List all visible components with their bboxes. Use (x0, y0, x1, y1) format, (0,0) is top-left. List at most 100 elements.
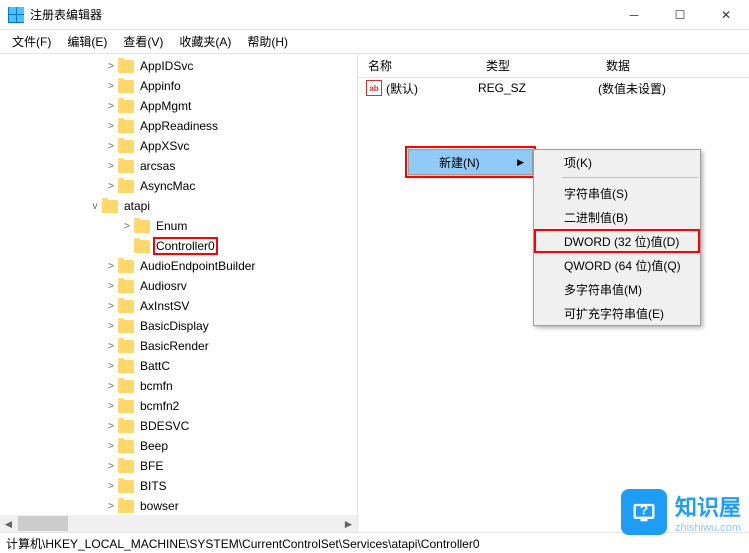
expander-icon[interactable]: > (104, 301, 118, 312)
tree-node[interactable]: >arcsas (4, 156, 357, 176)
tree-label: BDESVC (138, 418, 191, 434)
expander-icon[interactable]: > (104, 141, 118, 152)
status-bar: 计算机\HKEY_LOCAL_MACHINE\SYSTEM\CurrentCon… (0, 532, 749, 553)
expander-icon[interactable]: > (104, 361, 118, 372)
tree-node[interactable]: > BasicRender (4, 336, 357, 356)
expander-icon[interactable]: > (104, 441, 118, 452)
folder-icon (118, 320, 134, 333)
string-value-icon: ab (366, 80, 382, 96)
tree-node[interactable]: > BDESVC (4, 416, 357, 436)
tree-node[interactable]: >Audiosrv (4, 276, 357, 296)
tree-node[interactable]: >AsyncMac (4, 176, 357, 196)
expander-icon[interactable]: > (104, 161, 118, 172)
horizontal-scrollbar[interactable]: ◄ ► (0, 515, 357, 532)
tree-node[interactable]: >AppMgmt (4, 96, 357, 116)
col-type[interactable]: 类型 (476, 53, 596, 78)
expander-icon[interactable]: > (104, 181, 118, 192)
tree-pane: >AppIDSvc>Appinfo>AppMgmt>AppReadiness>A… (0, 54, 358, 532)
tree-node[interactable]: >AppIDSvc (4, 56, 357, 76)
menu-edit[interactable]: 编辑(E) (61, 31, 113, 52)
expander-icon[interactable]: > (104, 501, 118, 512)
menubar: 文件(F) 编辑(E) 查看(V) 收藏夹(A) 帮助(H) (0, 30, 749, 54)
value-row[interactable]: ab (默认) REG_SZ (数值未设置) (358, 78, 749, 98)
expander-icon[interactable]: > (104, 261, 118, 272)
tree-label: Controller0 (154, 238, 217, 254)
tree-label: bcmfn (138, 378, 175, 394)
folder-icon (118, 380, 134, 393)
maximize-button[interactable]: ☐ (657, 0, 703, 30)
expander-icon[interactable]: > (104, 121, 118, 132)
menu-new-label: 新建(N) (439, 154, 480, 171)
svg-text:?: ? (640, 501, 649, 517)
folder-icon (118, 400, 134, 413)
menu-new-expandstring[interactable]: 可扩充字符串值(E) (534, 301, 700, 325)
folder-icon (102, 200, 118, 213)
folder-icon (118, 340, 134, 353)
tree-node[interactable]: >AppReadiness (4, 116, 357, 136)
tree-node[interactable]: >Appinfo (4, 76, 357, 96)
tree-node[interactable]: >AudioEndpointBuilder (4, 256, 357, 276)
menu-new-string[interactable]: 字符串值(S) (534, 181, 700, 205)
menu-file[interactable]: 文件(F) (6, 31, 57, 52)
scroll-thumb[interactable] (18, 516, 68, 531)
expander-icon[interactable]: > (104, 341, 118, 352)
col-data[interactable]: 数据 (596, 53, 640, 78)
menu-new-multistring[interactable]: 多字符串值(M) (534, 277, 700, 301)
expander-icon[interactable]: > (104, 481, 118, 492)
expander-icon[interactable]: > (104, 401, 118, 412)
tree-node[interactable]: >Enum (4, 216, 357, 236)
tree-node[interactable]: > bcmfn2 (4, 396, 357, 416)
tree-node[interactable]: Controller0 (4, 236, 357, 256)
tree-node[interactable]: > BattC (4, 356, 357, 376)
folder-icon (118, 180, 134, 193)
tree-node[interactable]: >BITS (4, 476, 357, 496)
menu-help[interactable]: 帮助(H) (241, 31, 294, 52)
menu-favorites[interactable]: 收藏夹(A) (173, 31, 237, 52)
tree-label: atapi (122, 198, 152, 214)
tree-node[interactable]: v atapi (4, 196, 357, 216)
folder-icon (118, 460, 134, 473)
menu-new-qword[interactable]: QWORD (64 位)值(Q) (534, 253, 700, 277)
tree-node[interactable]: >AppXSvc (4, 136, 357, 156)
menu-separator (562, 177, 698, 178)
expander-icon[interactable]: > (104, 81, 118, 92)
expander-icon[interactable]: > (104, 321, 118, 332)
tree-node[interactable]: >BasicDisplay (4, 316, 357, 336)
folder-icon (118, 300, 134, 313)
value-type: REG_SZ (478, 81, 598, 95)
tree-node[interactable]: > bcmfn (4, 376, 357, 396)
expander-icon[interactable]: v (88, 201, 102, 212)
expander-icon[interactable]: > (104, 61, 118, 72)
tree-node[interactable]: >Beep (4, 436, 357, 456)
folder-icon (118, 60, 134, 73)
column-headers: 名称 类型 数据 (358, 54, 749, 78)
close-button[interactable]: ✕ (703, 0, 749, 30)
value-name: (默认) (386, 80, 478, 97)
minimize-button[interactable]: ─ (611, 0, 657, 30)
folder-icon (118, 100, 134, 113)
watermark: ? 知识屋 zhishiwu.com (621, 489, 741, 535)
expander-icon[interactable]: > (120, 221, 134, 232)
menu-new-dword[interactable]: DWORD (32 位)值(D) (534, 229, 700, 253)
col-name[interactable]: 名称 (358, 53, 476, 78)
expander-icon[interactable]: > (104, 381, 118, 392)
tree-node[interactable]: >bowser (4, 496, 357, 516)
tree-node[interactable]: >AxInstSV (4, 296, 357, 316)
expander-icon[interactable]: > (104, 421, 118, 432)
expander-icon[interactable]: > (104, 101, 118, 112)
new-submenu: 项(K) 字符串值(S) 二进制值(B) DWORD (32 位)值(D) QW… (533, 149, 701, 326)
tree-node[interactable]: >BFE (4, 456, 357, 476)
menu-new-key[interactable]: 项(K) (534, 150, 700, 174)
tree-label: BattC (138, 358, 172, 374)
folder-icon (118, 80, 134, 93)
folder-icon (118, 480, 134, 493)
menu-new-binary[interactable]: 二进制值(B) (534, 205, 700, 229)
scroll-left-icon[interactable]: ◄ (0, 515, 17, 532)
tree-label: BasicRender (138, 338, 211, 354)
expander-icon[interactable]: > (104, 461, 118, 472)
tree-label: bcmfn2 (138, 398, 181, 414)
menu-new[interactable]: 新建(N) ▶ (409, 150, 532, 174)
scroll-right-icon[interactable]: ► (340, 515, 357, 532)
expander-icon[interactable]: > (104, 281, 118, 292)
menu-view[interactable]: 查看(V) (117, 31, 169, 52)
